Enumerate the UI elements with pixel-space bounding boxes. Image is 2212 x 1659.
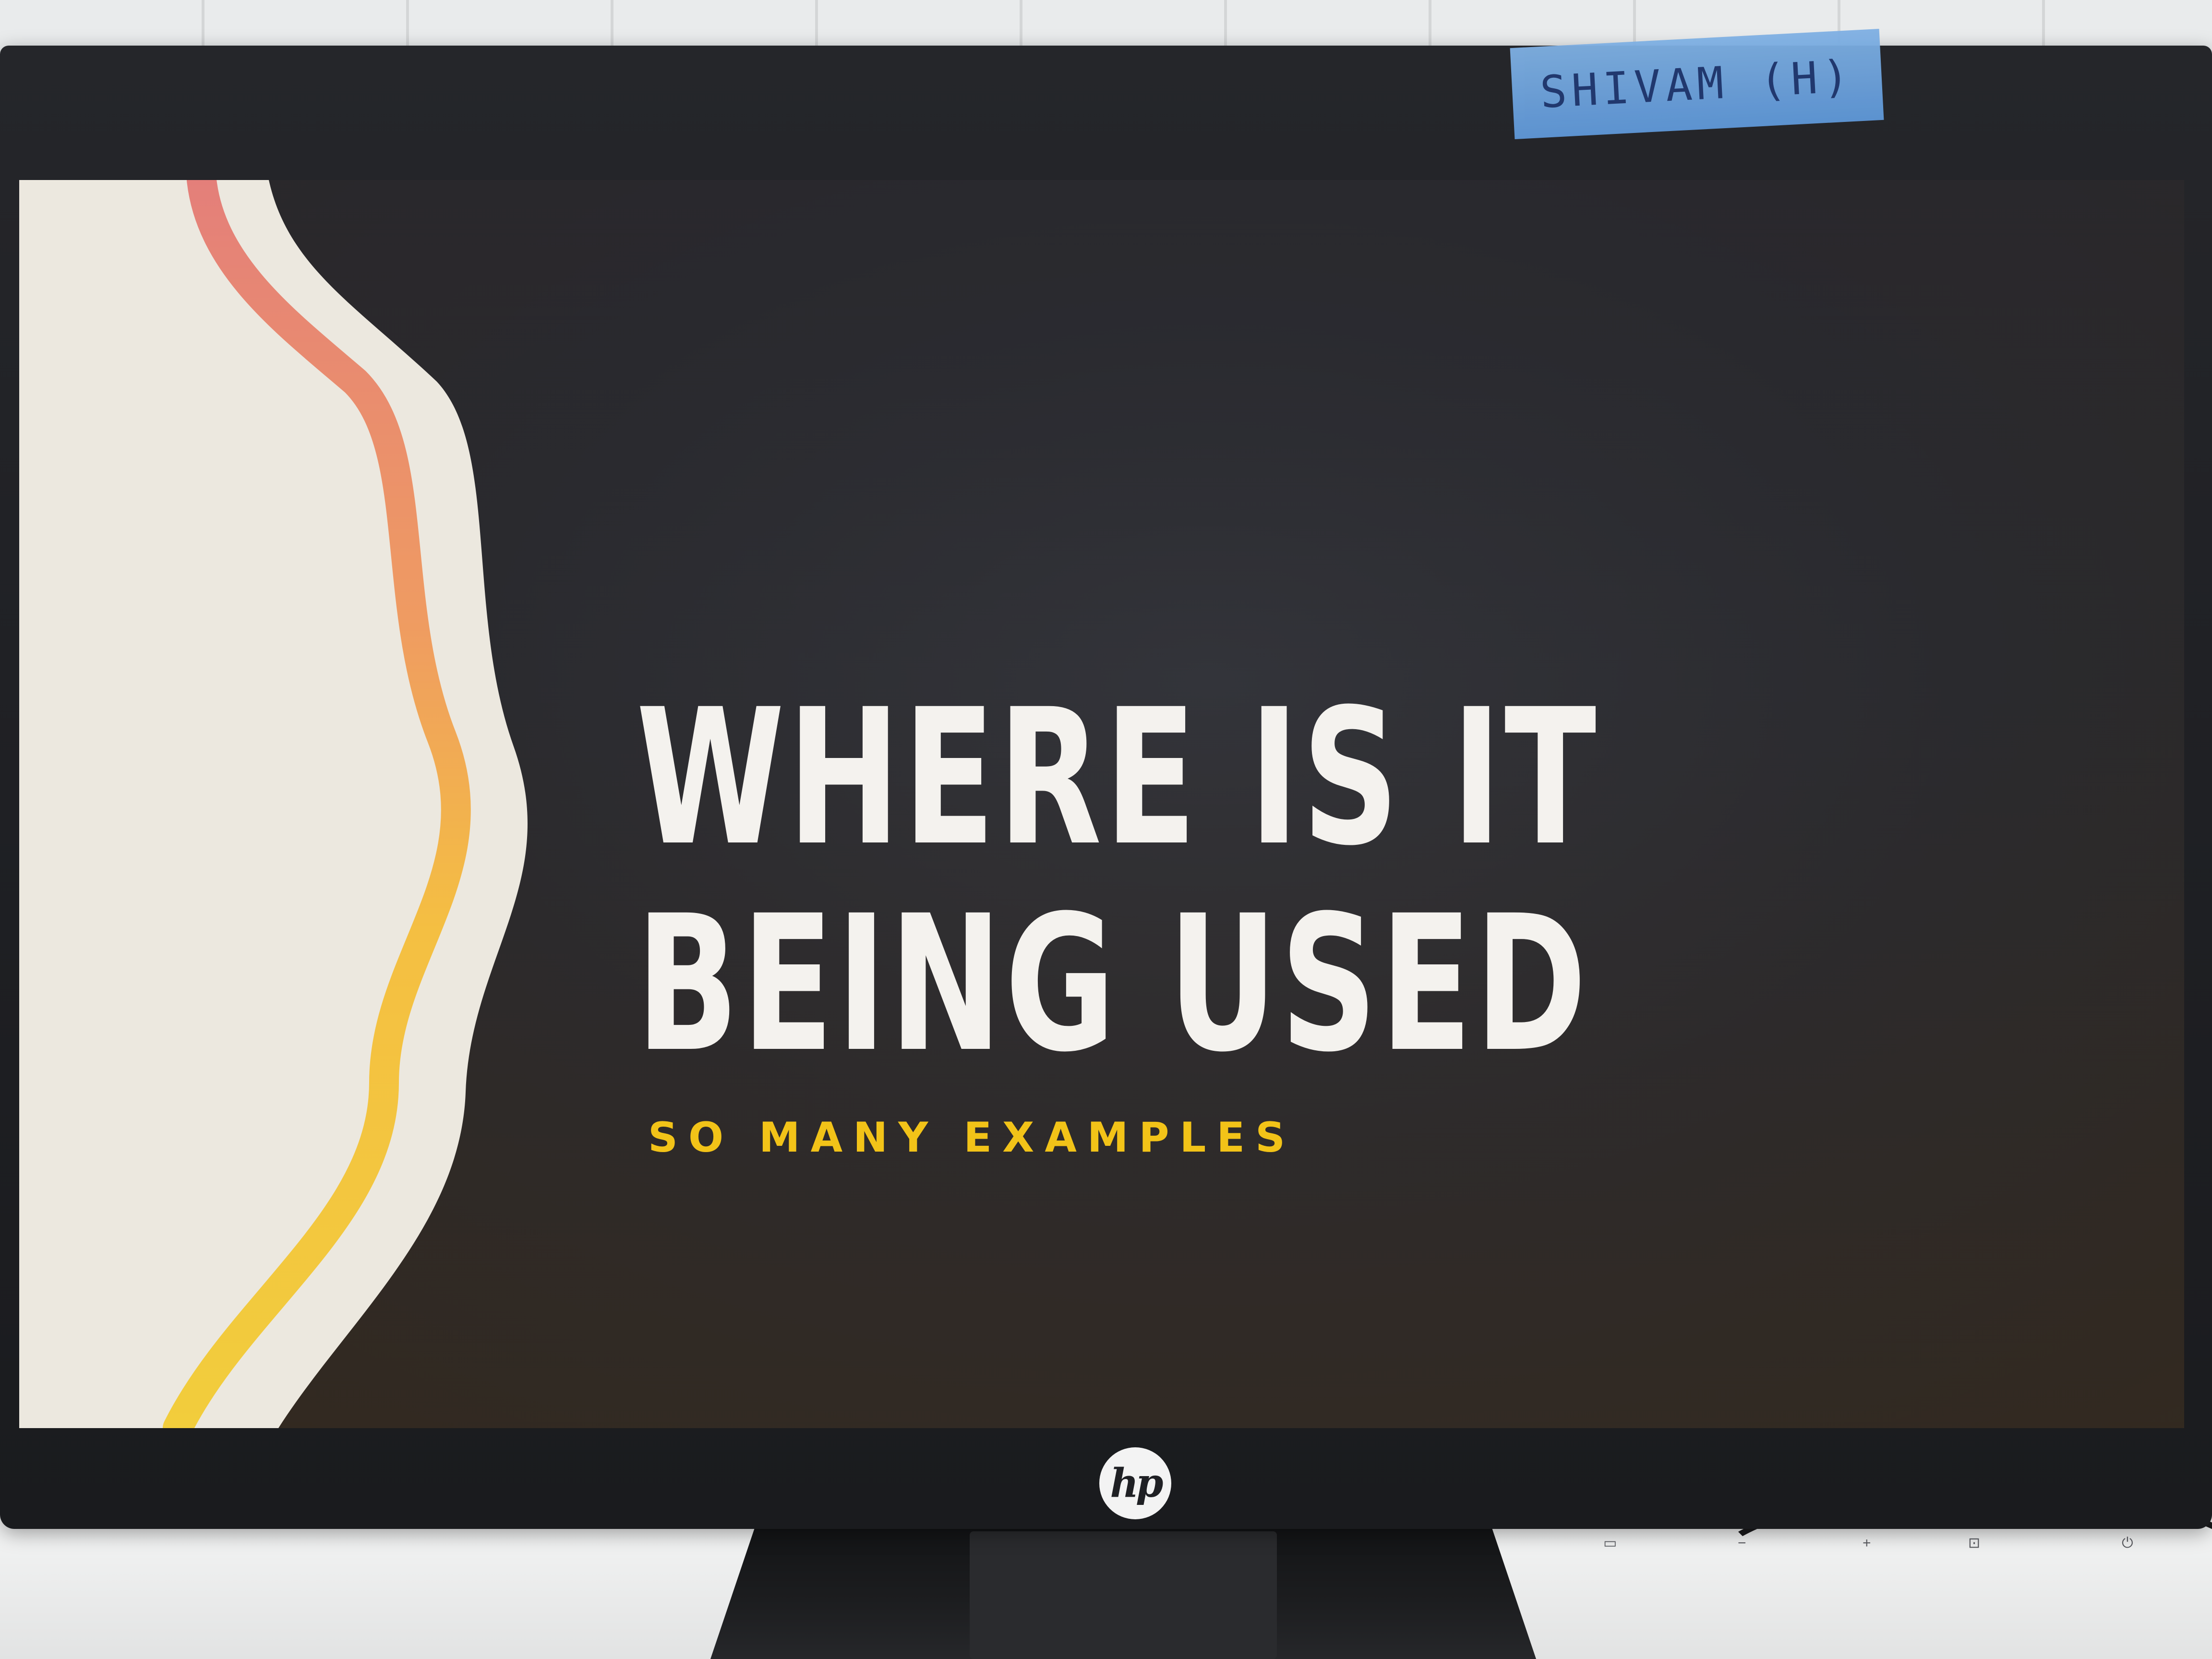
slide-title: WHERE IS IT BEING USED [636,669,1599,1093]
slide-wave-decoration [19,180,528,1428]
monitor-control-buttons: ▭ − + ⊡ ⏻ [1603,1536,2155,1555]
monitor-stand-neck [970,1531,1277,1659]
minus-icon[interactable]: − [1738,1536,1746,1551]
input-icon[interactable]: ⊡ [1968,1536,1980,1551]
menu-icon[interactable]: ▭ [1603,1536,1617,1551]
monitor: WHERE IS IT BEING USED SO MANY EXAMPLES … [0,46,2212,1551]
tape-label: SHIVAM (H) [1539,50,1855,118]
plus-icon[interactable]: + [1863,1536,1871,1551]
name-tape: SHIVAM (H) [1510,28,1884,140]
brand-logo-text: hp [1110,1460,1164,1506]
hp-logo-icon: hp [1099,1447,1171,1519]
slide-title-line-2: BEING USED [636,875,1590,1093]
slide-title-line-1: WHERE IS IT [636,669,1599,887]
power-icon[interactable]: ⏻ [2122,1536,2133,1551]
slide-subtitle: SO MANY EXAMPLES [648,1114,1296,1162]
monitor-screen: WHERE IS IT BEING USED SO MANY EXAMPLES [19,180,2184,1428]
